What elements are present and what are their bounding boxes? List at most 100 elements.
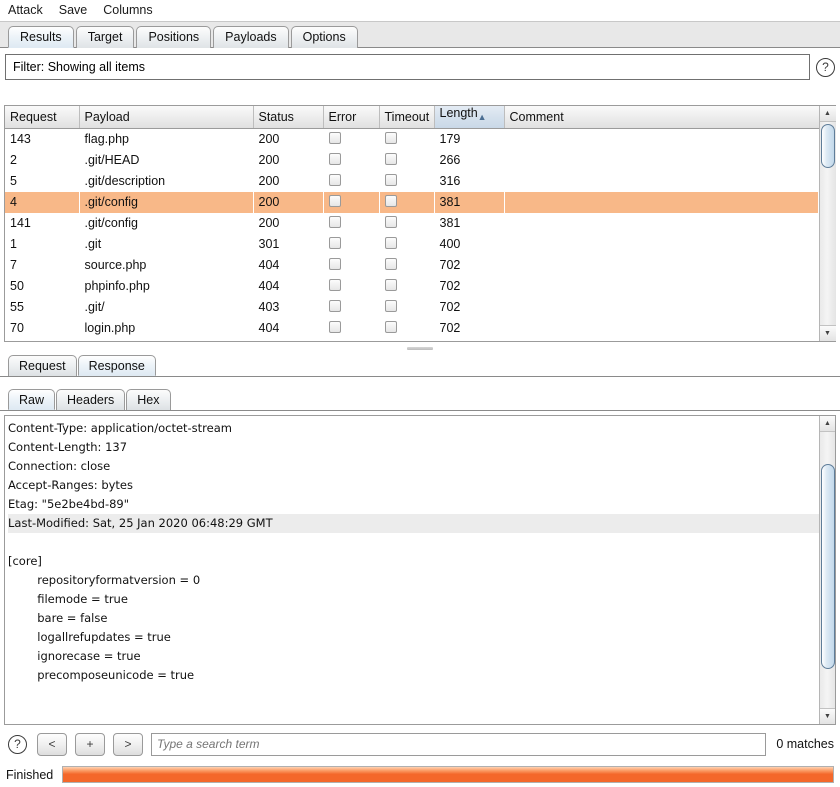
cell-payload: .git/config (84, 216, 139, 230)
tab-raw[interactable]: Raw (8, 389, 56, 410)
table-row[interactable]: 143 flag.php 200 179 (5, 129, 819, 150)
cell-comment (504, 213, 819, 234)
response-scroll-track[interactable] (819, 432, 835, 708)
timeout-checkbox[interactable] (384, 131, 397, 144)
cell-status: 301 (258, 237, 280, 251)
cell-timeout (379, 318, 434, 339)
error-checkbox[interactable] (328, 152, 341, 165)
cell-timeout (379, 171, 434, 192)
response-line: filemode = true (8, 592, 128, 606)
cell-payload: source.php (84, 258, 147, 272)
column-label-comment: Comment (509, 110, 564, 124)
error-checkbox[interactable] (328, 299, 341, 312)
scroll-down-icon[interactable]: ▼ (819, 325, 836, 341)
error-checkbox[interactable] (328, 173, 341, 186)
timeout-checkbox[interactable] (384, 236, 397, 249)
column-header-status[interactable]: Status (253, 106, 324, 129)
table-row[interactable]: 4 .git/config 200 381 (5, 191, 819, 213)
cell-comment (504, 234, 819, 255)
column-label-status: Status (258, 110, 294, 124)
scroll-down-icon[interactable]: ▼ (819, 708, 835, 724)
table-row[interactable]: 55 .git/403 702 (5, 297, 819, 318)
error-checkbox[interactable] (328, 215, 341, 228)
timeout-checkbox[interactable] (384, 320, 397, 333)
timeout-checkbox[interactable] (384, 278, 397, 291)
table-row[interactable]: 7 source.php 404 702 (5, 255, 819, 276)
error-checkbox[interactable] (328, 194, 341, 207)
table-row[interactable]: 70 login.php 404 702 (5, 318, 819, 339)
column-header-request[interactable]: Request (5, 106, 80, 129)
column-label-payload: Payload (84, 110, 130, 124)
scroll-up-icon[interactable]: ▲ (819, 106, 836, 122)
cell-payload: .git/description (84, 174, 166, 188)
filter-bar[interactable]: Filter: Showing all items (5, 54, 810, 80)
tab-results[interactable]: Results (8, 26, 74, 48)
cell-request: 5 (10, 174, 17, 188)
column-header-error[interactable]: Error (323, 106, 380, 129)
table-row[interactable]: 5 .git/description 200 316 (5, 171, 819, 192)
cell-timeout (379, 129, 434, 150)
search-help-icon[interactable]: ? (8, 734, 27, 754)
cell-error (323, 276, 379, 297)
cell-error (323, 191, 379, 213)
cell-length: 179 (439, 132, 461, 147)
error-checkbox[interactable] (328, 320, 341, 333)
table-row[interactable]: 50 phpinfo.php 404 702 (5, 276, 819, 297)
search-input[interactable] (151, 732, 767, 756)
search-prev-button[interactable]: < (37, 732, 67, 756)
error-checkbox[interactable] (328, 278, 341, 291)
tab-options[interactable]: Options (290, 26, 358, 48)
tab-positions[interactable]: Positions (136, 26, 212, 48)
panel-splitter[interactable] (4, 344, 836, 353)
column-header-comment[interactable]: Comment (504, 106, 819, 129)
cell-payload: .git/HEAD (84, 153, 140, 167)
response-line: Last-Modified: Sat, 25 Jan 2020 06:48:29… (8, 514, 819, 533)
timeout-checkbox[interactable] (384, 173, 397, 186)
cell-error (323, 150, 379, 171)
response-line: Content-Type: application/octet-stream (8, 421, 232, 435)
question-mark-icon[interactable]: ? (816, 57, 835, 77)
results-scroll-thumb[interactable] (820, 124, 835, 168)
tab-request[interactable]: Request (8, 355, 77, 376)
table-row[interactable]: 2 .git/HEAD 200 266 (5, 150, 819, 171)
menu-item-columns[interactable]: Columns (101, 0, 160, 21)
column-header-payload[interactable]: Payload (79, 106, 254, 129)
cell-comment (504, 129, 819, 150)
cell-payload: .git (84, 237, 102, 251)
response-scrollbar[interactable]: ▲ ▼ (819, 416, 835, 724)
sort-ascending-icon: ▲ (477, 112, 487, 122)
response-panel: Content-Type: application/octet-stream Co… (4, 415, 836, 725)
cell-error (323, 255, 379, 276)
results-scroll-track[interactable] (819, 122, 836, 325)
column-header-length[interactable]: ▲ Length (434, 106, 505, 129)
tab-response[interactable]: Response (77, 355, 156, 376)
results-table-body: 143 flag.php 200 179 2 .git/HEAD 200 266 5 .git/d… (5, 129, 819, 339)
tab-target[interactable]: Target (75, 26, 135, 48)
tab-headers[interactable]: Headers (56, 389, 126, 410)
error-checkbox[interactable] (328, 236, 341, 249)
response-line: Content-Length: 137 (8, 440, 128, 454)
error-checkbox[interactable] (328, 257, 341, 270)
timeout-checkbox[interactable] (384, 152, 397, 165)
search-next-button[interactable]: > (113, 732, 143, 756)
timeout-checkbox[interactable] (384, 257, 397, 270)
menu-item-attack[interactable]: Attack (6, 0, 51, 21)
search-add-button[interactable]: + (75, 732, 105, 756)
tab-hex[interactable]: Hex (126, 389, 171, 410)
timeout-checkbox[interactable] (384, 215, 397, 228)
cell-status: 404 (258, 258, 280, 272)
cell-length: 702 (439, 279, 461, 293)
scroll-up-icon[interactable]: ▲ (819, 416, 835, 432)
results-table-panel: Request Payload Status Error Timeout ▲ L… (4, 105, 836, 342)
timeout-checkbox[interactable] (384, 194, 397, 207)
table-row[interactable]: 1 .git 301 400 (5, 234, 819, 255)
timeout-checkbox[interactable] (384, 299, 397, 312)
response-scroll-thumb[interactable] (820, 464, 835, 669)
column-header-timeout[interactable]: Timeout (379, 106, 435, 129)
tab-payloads[interactable]: Payloads (213, 26, 289, 48)
results-scrollbar[interactable]: ▲ ▼ (819, 106, 836, 341)
menu-item-save[interactable]: Save (57, 0, 96, 21)
response-body-text[interactable]: Content-Type: application/octet-stream Co… (5, 416, 819, 724)
table-row[interactable]: 141 .git/config 200 381 (5, 213, 819, 234)
error-checkbox[interactable] (328, 131, 341, 144)
